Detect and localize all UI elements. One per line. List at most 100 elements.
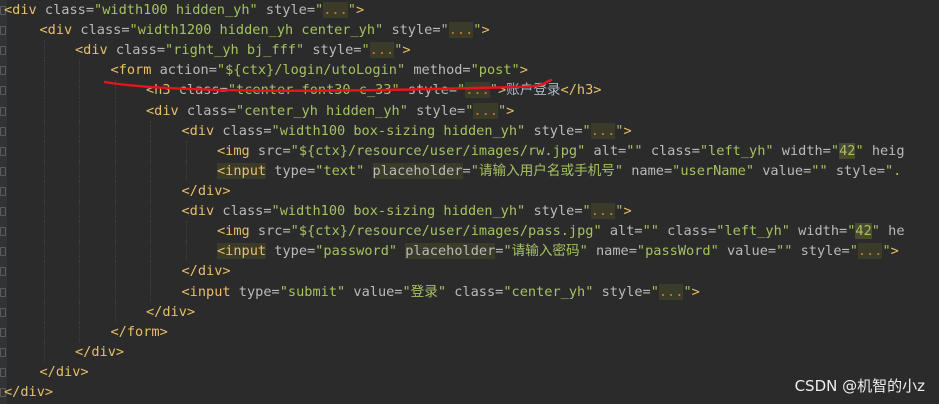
code-line[interactable]: </div> (0, 342, 939, 362)
code-token: <div (181, 203, 223, 219)
code-token: </div> (146, 304, 196, 320)
code-line-text: <img src="${ctx}/resource/user/images/pa… (217, 221, 905, 241)
code-line[interactable]: <img src="${ctx}/resource/user/images/pa… (0, 221, 939, 241)
fold-marker-icon[interactable] (0, 288, 6, 297)
code-token: > (497, 82, 507, 98)
code-token: </form> (110, 324, 168, 340)
fold-marker-icon[interactable] (0, 187, 6, 196)
code-line-text: </div> (182, 261, 231, 281)
indent-guide (79, 201, 80, 221)
code-line[interactable]: <form action="${ctx}/login/utoLogin" met… (0, 60, 939, 80)
fold-marker-icon[interactable] (0, 368, 6, 377)
indent-guide (114, 302, 116, 322)
code-token: </div> (181, 263, 231, 279)
code-token: > (623, 203, 632, 219)
code-token: class= (115, 42, 166, 58)
indent-guide (79, 221, 80, 241)
code-token: " (582, 123, 591, 139)
code-token: class= (454, 284, 504, 300)
code-line[interactable]: <div class="width1200 hidden_yh center_y… (0, 20, 939, 40)
code-token: " (497, 103, 507, 119)
fold-marker-icon[interactable] (0, 86, 6, 95)
indent-guide (43, 101, 45, 121)
fold-marker-icon[interactable] (0, 328, 6, 337)
code-token: src= (257, 143, 291, 159)
code-token: > (890, 243, 899, 259)
code-line[interactable]: <div class="right_yh bj_fff" style="..."… (0, 40, 939, 60)
fold-marker-icon[interactable] (0, 247, 6, 256)
indent-guide (114, 161, 116, 181)
indent-guide (43, 302, 45, 322)
code-token: </div> (4, 384, 54, 400)
indent-guide (43, 80, 45, 100)
fold-marker-icon[interactable] (0, 167, 6, 176)
code-token: <div (4, 2, 45, 18)
fold-marker-icon[interactable] (0, 147, 6, 156)
code-line[interactable]: <img src="${ctx}/resource/user/images/rw… (0, 141, 939, 161)
code-token: style= (416, 103, 466, 119)
code-line[interactable]: <h3 class="tcenter font30 c_33" style=".… (0, 80, 939, 100)
fold-marker-icon[interactable] (0, 207, 6, 216)
indent-guide (79, 80, 80, 100)
indent-guide (43, 241, 45, 261)
code-token: class= (222, 203, 272, 219)
fold-marker-icon[interactable] (0, 348, 6, 357)
code-editor[interactable]: <div class="width100 hidden_yh" style=".… (0, 0, 939, 404)
code-line-text: <input type="submit" value="登录" class="c… (182, 282, 700, 302)
code-line[interactable]: <div class="width100 hidden_yh" style=".… (0, 0, 939, 20)
indent-guide (79, 141, 80, 161)
code-line-text: </div> (75, 342, 124, 362)
fold-marker-icon[interactable] (0, 46, 6, 55)
code-line[interactable]: <input type="password" placeholder="请输入密… (0, 241, 939, 261)
code-token: class= (667, 223, 717, 239)
indent-guide (43, 40, 45, 60)
code-token: " (830, 143, 840, 159)
code-line[interactable]: </div> (0, 181, 939, 201)
code-token: " (683, 284, 692, 300)
code-line[interactable]: </div> (0, 302, 939, 322)
code-line[interactable]: </form> (0, 322, 939, 342)
code-token: <img (217, 223, 258, 239)
code-token: > (355, 2, 365, 18)
code-token: class= (186, 103, 237, 119)
code-token: <form (110, 62, 160, 78)
fold-marker-icon[interactable] (0, 26, 6, 35)
indent-guide (150, 221, 151, 241)
fold-marker-icon[interactable] (0, 107, 6, 116)
code-token: placeholder (405, 243, 496, 259)
indent-guide (150, 201, 151, 221)
indent-guide (114, 282, 116, 302)
code-token: " (457, 82, 466, 98)
code-line[interactable]: </div> (0, 261, 939, 281)
indent-guide (114, 261, 116, 281)
fold-marker-icon[interactable] (0, 267, 6, 276)
code-line[interactable]: <input type="text" placeholder="请输入用户名或手… (0, 161, 939, 181)
code-line-text: <input type="password" placeholder="请输入密… (217, 241, 899, 261)
code-token: "left_yh" (699, 143, 782, 159)
code-line[interactable]: <div class="width100 box-sizing hidden_y… (0, 121, 939, 141)
code-token: ... (448, 22, 474, 38)
code-line[interactable]: <div class="width100 box-sizing hidden_y… (0, 201, 939, 221)
fold-marker-icon[interactable] (0, 66, 6, 75)
code-token: > (481, 22, 490, 38)
code-token: " (882, 243, 891, 259)
code-line[interactable]: <div class="center_yh hidden_yh" style= "… (0, 101, 939, 121)
code-line-text: <h3 class="tcenter font30 c_33" style=".… (146, 80, 601, 100)
indent-guide (43, 342, 45, 362)
code-token: <div (75, 42, 116, 58)
code-token: " (871, 223, 889, 239)
code-token: "" (776, 243, 801, 259)
code-line-text: <div class="width100 hidden_yh" style=".… (4, 0, 364, 20)
code-line-text: <div class="width100 box-sizing hidden_y… (182, 201, 632, 221)
code-token: "left_yh" (716, 223, 799, 239)
fold-marker-icon[interactable] (0, 308, 6, 317)
code-line[interactable]: <input type="submit" value="登录" class="c… (0, 282, 939, 302)
code-token: " (582, 203, 591, 219)
fold-marker-icon[interactable] (0, 227, 6, 236)
indent-guide (43, 60, 45, 80)
code-token: "" (811, 163, 836, 179)
fold-marker-icon[interactable] (0, 127, 6, 136)
code-token: ... (658, 284, 684, 300)
indent-guide (43, 141, 45, 161)
code-token: width= (798, 223, 848, 239)
